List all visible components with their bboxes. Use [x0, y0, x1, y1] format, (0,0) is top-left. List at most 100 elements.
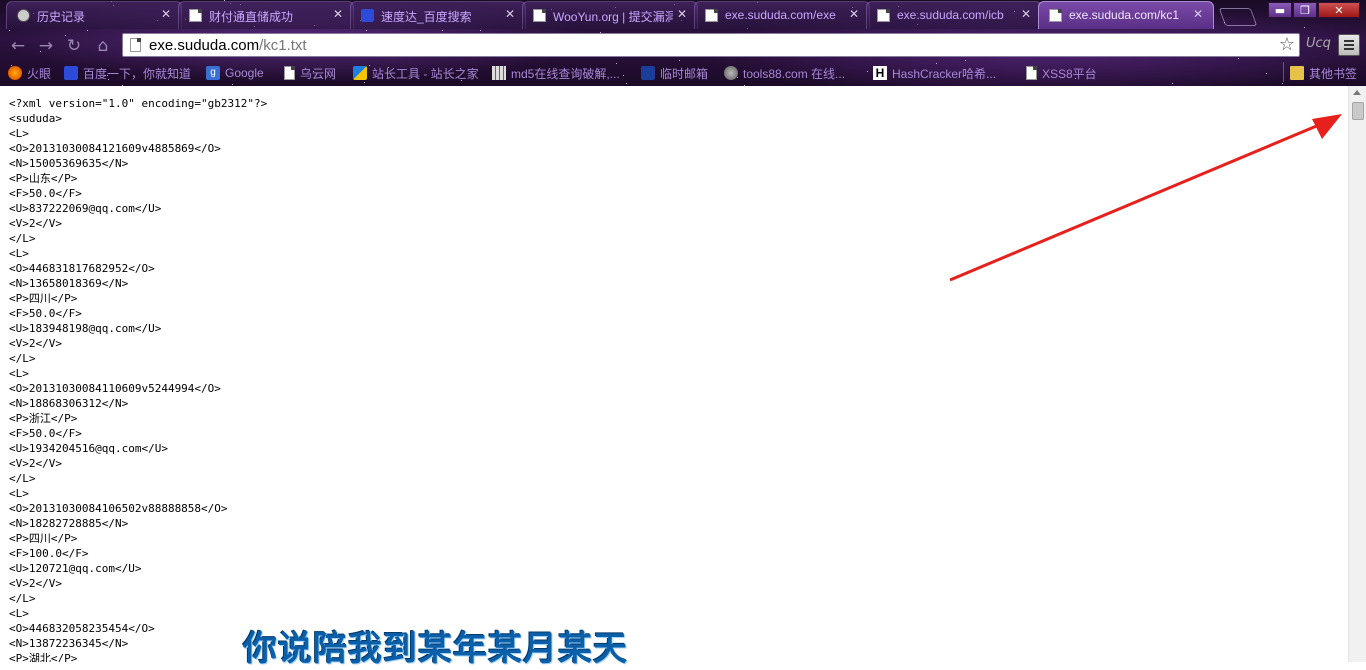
- tab-close-icon[interactable]: ✕: [505, 7, 515, 21]
- file-line: <O>20131030084106502v88888858</O>: [9, 502, 228, 515]
- file-line: <N>15005369635</N>: [9, 157, 129, 170]
- tab-close-icon[interactable]: ✕: [1021, 7, 1031, 21]
- bookmark-label: 百度一下，你就知道: [83, 66, 192, 81]
- chinaz-icon: [353, 66, 367, 80]
- annotation-arrow: [949, 114, 1342, 282]
- file-line: <P>浙江</P>: [9, 412, 78, 425]
- bookmark-item[interactable]: 百度一下，你就知道: [64, 64, 191, 82]
- tab-sududa-kc1[interactable]: exe.sududa.com/kc1 ✕: [1038, 1, 1214, 29]
- file-line: <P>湖北</P>: [9, 652, 78, 662]
- history-clock-icon: [17, 9, 30, 22]
- address-bar[interactable]: exe.sududa.com/kc1.txt ☆: [122, 33, 1300, 57]
- bookmark-label: 临时邮箱: [660, 66, 709, 81]
- url-path: /kc1.txt: [259, 37, 307, 54]
- file-line: <N>18868306312</N>: [9, 397, 129, 410]
- file-line: <U>1934204516@qq.com</U>: [9, 442, 168, 455]
- theme-star: [1304, 27, 1305, 28]
- url-text[interactable]: exe.sududa.com/kc1.txt: [149, 37, 307, 54]
- bookmark-label: 火眼: [27, 66, 52, 81]
- home-button[interactable]: ⌂: [93, 36, 113, 56]
- bookmarks-divider: [1283, 62, 1284, 82]
- bookmark-label: 乌云网: [300, 66, 337, 81]
- other-bookmarks-label: 其他书签: [1309, 66, 1358, 81]
- page-icon: [130, 38, 141, 52]
- file-line: <P>山东</P>: [9, 172, 78, 185]
- file-line: <L>: [9, 487, 29, 500]
- file-line: <N>13872236345</N>: [9, 637, 129, 650]
- file-line: <sududa>: [9, 112, 62, 125]
- tab-tenpay[interactable]: 财付通直储成功 ✕: [178, 1, 354, 29]
- bookmark-item[interactable]: XSS8平台: [1026, 64, 1097, 82]
- annotation-arrow-shaft: [949, 120, 1327, 282]
- tab-title: 速度达_百度搜索: [381, 10, 472, 24]
- bookmark-star-icon[interactable]: ☆: [1279, 35, 1295, 55]
- file-line: </L>: [9, 472, 36, 485]
- reload-button[interactable]: ↻: [64, 36, 84, 56]
- tab-close-icon[interactable]: ✕: [1193, 7, 1203, 21]
- mail-icon: [641, 66, 655, 80]
- bookmark-label: Google: [225, 66, 264, 80]
- bookmark-item[interactable]: H HashCracker哈希...: [873, 64, 996, 82]
- tab-sududa-exe[interactable]: exe.sududa.com/exe ✕: [694, 1, 870, 29]
- folder-icon: [1290, 66, 1304, 80]
- page-icon: [877, 9, 890, 22]
- file-line: <V>2</V>: [9, 457, 62, 470]
- tab-title: exe.sududa.com/exe: [725, 8, 836, 22]
- bookmark-item[interactable]: 临时邮箱: [641, 64, 708, 82]
- tab-strip: 历史记录 ✕ 财付通直储成功 ✕ 速度达_百度搜索 ✕ WooYun.org |…: [0, 0, 1260, 30]
- file-line: </L>: [9, 352, 36, 365]
- video-subtitle-overlay: 你说陪我到某年某月某天: [243, 629, 628, 669]
- other-bookmarks[interactable]: 其他书签: [1290, 64, 1357, 82]
- tab-close-icon[interactable]: ✕: [333, 7, 343, 21]
- tab-close-icon[interactable]: ✕: [677, 7, 687, 21]
- menu-hamburger-icon: [1344, 40, 1354, 42]
- restore-button[interactable]: ❐: [1293, 2, 1317, 18]
- scrollbar-thumb[interactable]: [1352, 102, 1364, 120]
- file-line: <L>: [9, 247, 29, 260]
- baidu-paw-icon: [64, 66, 78, 80]
- page-icon: [1026, 66, 1037, 80]
- bookmark-item[interactable]: 火眼: [8, 64, 51, 82]
- back-button[interactable]: ←: [8, 36, 28, 56]
- tab-sududa-icb[interactable]: exe.sududa.com/icb ✕: [866, 1, 1042, 29]
- bookmark-item[interactable]: tools88.com 在线...: [724, 64, 845, 82]
- file-line: <U>837222069@qq.com</U>: [9, 202, 162, 215]
- window-controls: ▬ ❐ ✕: [1267, 2, 1360, 18]
- tab-title: exe.sududa.com/kc1: [1069, 8, 1180, 22]
- bookmark-item[interactable]: g Google: [206, 64, 264, 82]
- tab-title: 财付通直储成功: [209, 10, 294, 24]
- file-line: </L>: [9, 232, 36, 245]
- bookmark-label: 站长工具 - 站长之家: [372, 66, 479, 81]
- page-icon: [705, 9, 718, 22]
- file-line: <L>: [9, 367, 29, 380]
- file-line: <U>183948198@qq.com</U>: [9, 322, 162, 335]
- file-line: <O>20131030084110609v5244994</O>: [9, 382, 221, 395]
- minimize-button[interactable]: ▬: [1268, 2, 1292, 18]
- file-line: <O>446832058235454</O>: [9, 622, 155, 635]
- tab-close-icon[interactable]: ✕: [161, 7, 171, 21]
- tab-title: WooYun.org | 提交漏洞: [553, 10, 673, 24]
- extension-icon[interactable]: Ucq: [1306, 36, 1331, 54]
- menu-button[interactable]: [1338, 34, 1360, 56]
- file-line: <F>50.0</F>: [9, 187, 82, 200]
- bookmark-item[interactable]: 乌云网: [284, 64, 336, 82]
- forward-button[interactable]: →: [36, 36, 56, 56]
- tab-close-icon[interactable]: ✕: [849, 7, 859, 21]
- vertical-scrollbar[interactable]: [1348, 86, 1366, 662]
- bookmark-item[interactable]: 站长工具 - 站长之家: [353, 64, 479, 82]
- tab-wooyun[interactable]: WooYun.org | 提交漏洞 ✕: [522, 1, 698, 29]
- page-icon: [1049, 9, 1062, 22]
- page-icon: [189, 9, 202, 22]
- file-line: <F>50.0</F>: [9, 307, 82, 320]
- file-line: <P>四川</P>: [9, 292, 78, 305]
- file-line: <V>2</V>: [9, 217, 62, 230]
- grid-icon: [492, 66, 506, 80]
- tab-history[interactable]: 历史记录 ✕: [6, 1, 182, 29]
- page-icon: [533, 9, 546, 22]
- new-tab-button[interactable]: [1218, 8, 1258, 26]
- scroll-up-arrow-icon[interactable]: [1353, 90, 1361, 95]
- tab-baidu-search[interactable]: 速度达_百度搜索 ✕: [350, 1, 526, 29]
- bookmark-item[interactable]: md5在线查询破解,...: [492, 64, 620, 82]
- close-window-button[interactable]: ✕: [1318, 2, 1360, 18]
- globe-icon: [724, 66, 738, 80]
